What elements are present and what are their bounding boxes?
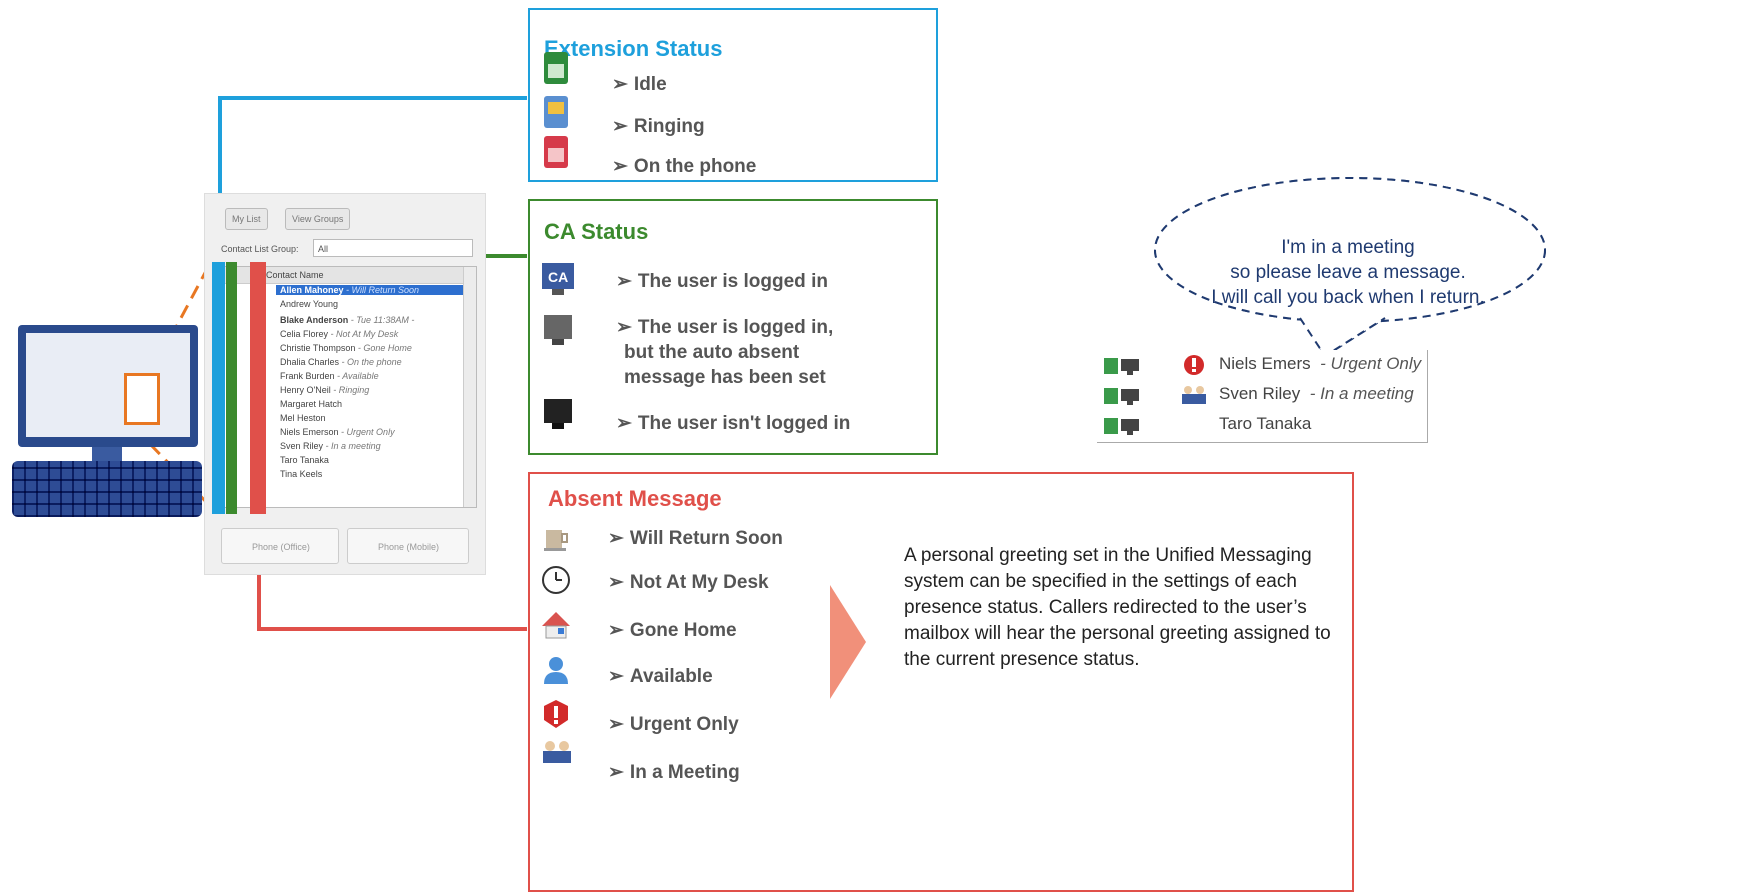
ca-status-box: CA Status CA ➢ The user is logged in ➢ The… <box>528 199 938 455</box>
phone-idle-icon <box>1104 418 1139 435</box>
coffee-cup-icon <box>544 530 568 551</box>
ca-status-item: ➢ The user is logged in, but the auto abs… <box>616 317 834 388</box>
meeting-icon <box>543 741 571 763</box>
computer-illustration <box>12 325 202 520</box>
monitor-screen <box>26 333 190 437</box>
presence-row[interactable]: Taro Tanaka <box>1219 414 1311 434</box>
available-person-icon <box>544 657 568 684</box>
absent-message-bar <box>250 262 266 514</box>
phone-mobile-button[interactable]: Phone (Mobile) <box>347 528 469 564</box>
absent-message-item: ➢ In a Meeting <box>608 762 740 783</box>
table-row[interactable]: Taro Tanaka <box>280 455 329 465</box>
absent-message-item: ➢ Urgent Only <box>608 714 739 735</box>
table-row[interactable]: Christie Thompson - Gone Home <box>280 343 412 353</box>
keyboard <box>12 461 202 517</box>
pointer-arrow <box>830 585 866 699</box>
phone-idle-icon <box>1104 358 1139 375</box>
group-label: Contact List Group: <box>221 244 299 254</box>
extension-status-box: Extension Status ➢ Idle ➢ Ringing ➢ On the … <box>528 8 938 182</box>
meeting-icon <box>1182 386 1206 404</box>
urgent-icon <box>1184 355 1204 375</box>
table-row[interactable]: Frank Burden - Available <box>280 371 379 381</box>
ca-status-item: ➢ The user isn't logged in <box>616 413 851 434</box>
speech-bubble-text: I'm in a meeting so please leave a messa… <box>1211 237 1485 308</box>
ca-auto-absent-icon <box>544 315 572 345</box>
table-row[interactable]: Sven Riley - In a meeting <box>280 441 381 451</box>
monitor-highlight <box>124 373 160 425</box>
presence-panel: Niels Emers - Urgent Only Sven Riley - I… <box>1097 350 1428 443</box>
phone-idle-icon <box>1104 388 1139 405</box>
absent-message-title: Absent Message <box>548 486 722 511</box>
extension-status-title: Extension Status <box>544 36 723 61</box>
table-row[interactable]: Mel Heston <box>280 413 326 423</box>
greeting-description: A personal greeting set in the Unified M… <box>904 545 1331 670</box>
phone-ringing-icon <box>544 96 568 128</box>
phone-idle-icon <box>544 52 568 84</box>
extension-status-bar <box>212 262 225 514</box>
table-row[interactable]: Henry O'Neil - Ringing <box>280 385 369 395</box>
absent-message-box: Absent Message ➢ Will Return Soon ➢ Not At… <box>528 472 1354 892</box>
presence-row[interactable]: Sven Riley - In a meeting <box>1219 384 1414 404</box>
absent-message-item: ➢ Not At My Desk <box>608 572 769 593</box>
tab-my-list[interactable]: My List <box>225 208 268 230</box>
table-row[interactable]: Margaret Hatch <box>280 399 342 409</box>
phone-office-button[interactable]: Phone (Office) <box>221 528 339 564</box>
group-select[interactable]: All <box>313 239 473 257</box>
ca-status-item: ➢ The user is logged in <box>616 271 828 292</box>
presence-row[interactable]: Niels Emers - Urgent Only <box>1219 354 1421 374</box>
table-row[interactable]: Andrew Young <box>280 299 338 309</box>
ca-logged-in-icon: CA <box>542 263 574 295</box>
table-row[interactable]: Celia Florey - Not At My Desk <box>280 329 398 339</box>
absent-message-item: ➢ Will Return Soon <box>608 528 783 549</box>
absent-message-item: ➢ Gone Home <box>608 620 737 641</box>
ca-status-bar <box>226 262 237 514</box>
table-row[interactable]: Tina Keels <box>280 469 322 479</box>
ca-logged-out-icon <box>544 399 572 429</box>
urgent-icon <box>544 700 568 728</box>
home-icon <box>542 612 570 639</box>
clock-icon <box>542 566 570 594</box>
monitor-stand <box>92 447 122 461</box>
extension-status-item: ➢ Ringing <box>612 116 705 137</box>
phone-on-call-icon <box>544 136 568 168</box>
list-scrollbar[interactable] <box>463 267 476 507</box>
table-row[interactable]: Allen Mahoney - Will Return Soon <box>276 285 470 295</box>
extension-status-item: ➢ On the phone <box>612 156 757 177</box>
contact-list-window: My List View Groups Contact List Group: … <box>204 193 486 575</box>
table-row[interactable]: Dhalia Charles - On the phone <box>280 357 402 367</box>
table-row[interactable]: Niels Emerson - Urgent Only <box>280 427 395 437</box>
absent-message-item: ➢ Available <box>608 666 713 687</box>
table-row[interactable]: Blake Anderson - Tue 11:38AM - <box>280 315 414 325</box>
svg-text:CA: CA <box>548 269 568 285</box>
tab-view-groups[interactable]: View Groups <box>285 208 351 230</box>
extension-status-item: ➢ Idle <box>612 74 667 95</box>
ca-status-title: CA Status <box>544 219 649 244</box>
